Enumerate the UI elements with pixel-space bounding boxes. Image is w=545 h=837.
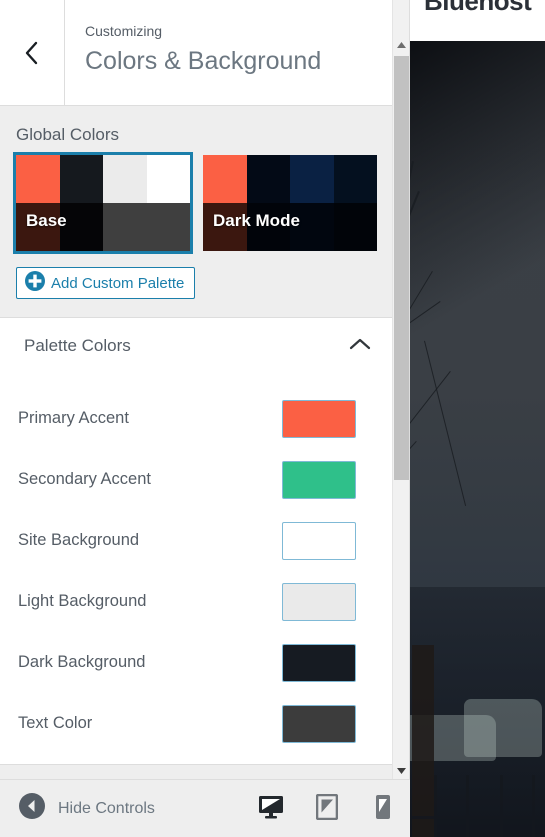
color-swatch-button[interactable] bbox=[282, 460, 356, 499]
swatch-cell bbox=[16, 155, 60, 203]
device-button-mobile[interactable] bbox=[368, 794, 398, 824]
swatch-cell bbox=[146, 203, 190, 251]
color-swatch-button[interactable] bbox=[282, 704, 356, 743]
palette-card-base[interactable]: Base bbox=[13, 152, 193, 254]
add-custom-palette-button[interactable]: Add Custom Palette bbox=[16, 267, 196, 299]
color-swatch-button[interactable] bbox=[282, 399, 356, 438]
device-button-desktop[interactable] bbox=[256, 794, 286, 824]
swatch-cell bbox=[290, 203, 334, 251]
global-colors-section: Global Colors Base Dark Mode Add Custom … bbox=[0, 107, 393, 317]
customizing-eyebrow: Customizing bbox=[85, 23, 163, 39]
global-colors-label: Global Colors bbox=[16, 125, 119, 144]
device-button-tablet[interactable] bbox=[312, 793, 342, 824]
panel-footer: Hide Controls bbox=[0, 779, 410, 837]
swatch-cell bbox=[146, 155, 190, 203]
color-row-dark-background: Dark Background bbox=[0, 632, 393, 693]
swatch-cell bbox=[333, 155, 377, 203]
color-swatch-button[interactable] bbox=[282, 643, 356, 682]
site-preview-pane[interactable]: Bluehost bbox=[410, 0, 545, 837]
palette-colors-accordion: Palette Colors Primary Accent Secondary … bbox=[0, 317, 393, 765]
swatch-cell bbox=[290, 155, 334, 203]
preview-hero-image bbox=[410, 41, 545, 837]
color-label: Text Color bbox=[18, 714, 93, 732]
device-preview-group bbox=[256, 793, 398, 824]
customizer-panel: Customizing Colors & Background Global C… bbox=[0, 0, 410, 837]
scrollbar-down-arrow[interactable] bbox=[393, 762, 410, 779]
preview-site-title: Bluehost bbox=[424, 0, 532, 16]
chevron-left-icon bbox=[23, 40, 41, 66]
mobile-icon bbox=[375, 794, 391, 823]
swatch-cell bbox=[16, 203, 60, 251]
tablet-icon bbox=[315, 793, 339, 823]
color-label: Light Background bbox=[18, 592, 147, 610]
swatch-cell bbox=[103, 155, 147, 203]
chevron-up-icon[interactable] bbox=[349, 337, 371, 356]
swatch-cell bbox=[246, 203, 290, 251]
swatch-cell bbox=[333, 203, 377, 251]
color-label: Primary Accent bbox=[18, 409, 129, 427]
palette-list: Base Dark Mode bbox=[13, 152, 377, 254]
swatch-cell bbox=[203, 203, 247, 251]
color-row-secondary-accent: Secondary Accent bbox=[0, 449, 393, 510]
header-titles: Customizing Colors & Background bbox=[65, 0, 409, 105]
color-row-text-color: Text Color bbox=[0, 693, 393, 754]
scrollbar-up-arrow[interactable] bbox=[393, 36, 410, 53]
swatch-cell bbox=[203, 155, 247, 203]
color-row-light-background: Light Background bbox=[0, 571, 393, 632]
hide-controls-button[interactable]: Hide Controls bbox=[0, 792, 155, 825]
preview-street-scene bbox=[410, 587, 545, 837]
scrollbar-thumb[interactable] bbox=[394, 56, 409, 480]
palette-colors-title: Palette Colors bbox=[24, 336, 131, 355]
panel-scroll-area: Global Colors Base Dark Mode Add Custom … bbox=[0, 107, 393, 779]
page-title: Colors & Background bbox=[85, 47, 322, 76]
palette-colors-body: Primary Accent Secondary Accent Site Bac… bbox=[0, 374, 393, 764]
color-label: Dark Background bbox=[18, 653, 146, 671]
add-custom-palette-label: Add Custom Palette bbox=[51, 274, 185, 292]
plus-circle-icon bbox=[24, 270, 46, 296]
color-row-site-background: Site Background bbox=[0, 510, 393, 571]
back-button[interactable] bbox=[0, 0, 65, 105]
panel-scrollbar[interactable] bbox=[392, 0, 409, 779]
swatch-cell bbox=[59, 155, 103, 203]
color-swatch-button[interactable] bbox=[282, 582, 356, 621]
swatch-cell bbox=[246, 155, 290, 203]
collapse-left-icon bbox=[18, 792, 46, 825]
color-label: Secondary Accent bbox=[18, 470, 151, 488]
desktop-icon bbox=[258, 795, 284, 822]
swatch-cell bbox=[59, 203, 103, 251]
palette-colors-toggle[interactable]: Palette Colors bbox=[0, 318, 393, 374]
hide-controls-label: Hide Controls bbox=[58, 799, 155, 817]
color-label: Site Background bbox=[18, 531, 140, 549]
palette-swatch-grid bbox=[203, 155, 377, 251]
palette-card-dark-mode[interactable]: Dark Mode bbox=[203, 155, 377, 251]
customizer-screen: Bluehost Customizing Colors & Background… bbox=[0, 0, 545, 837]
color-row-primary-accent: Primary Accent bbox=[0, 388, 393, 449]
palette-swatch-grid bbox=[16, 155, 190, 251]
color-swatch-button[interactable] bbox=[282, 521, 356, 560]
swatch-cell bbox=[103, 203, 147, 251]
panel-header: Customizing Colors & Background bbox=[0, 0, 409, 106]
